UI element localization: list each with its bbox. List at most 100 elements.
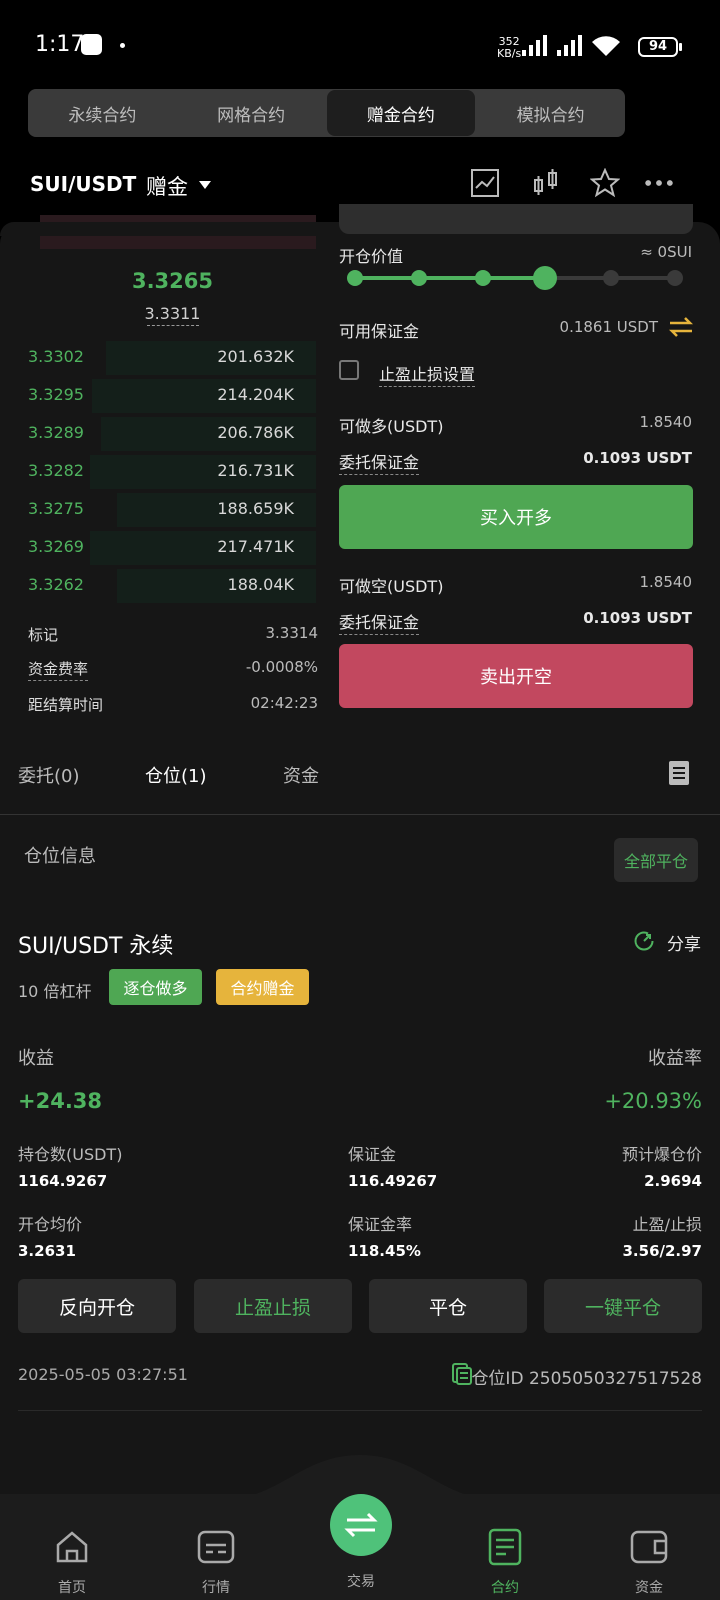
star-icon[interactable] [590,168,620,198]
pnl-rate-label: 收益率 [648,1048,702,1069]
tpsl-value: 3.56/2.97 [622,1242,703,1260]
bid-qty: 206.786K [217,423,294,442]
document-icon[interactable] [668,760,690,786]
network-speed: 352 KB/s [497,35,522,60]
bid-row[interactable]: 3.3289 206.786K [0,415,316,451]
transfer-icon[interactable] [668,316,694,338]
margin-value: 116.49267 [348,1172,438,1190]
market-icon [197,1530,235,1564]
share-button[interactable]: 分享 [667,930,701,955]
long-max: 1.8540 [639,413,693,431]
slider-step[interactable] [475,270,491,286]
battery-tip [679,43,682,51]
liq-value: 2.9694 [644,1172,702,1190]
slider-step[interactable] [411,270,427,286]
bid-price: 3.3275 [28,499,84,518]
chevron-down-icon[interactable] [199,181,211,189]
margin-ratio-value: 118.45% [348,1242,421,1260]
nav-trade-label[interactable]: 交易 [321,1571,401,1591]
pair-title[interactable]: SUI/USDT [30,172,136,196]
bid-price: 3.3262 [28,575,84,594]
tab-demo[interactable]: 模拟合约 [476,89,625,137]
tpsl-setting-label[interactable]: 止盈止损设置 [379,361,476,387]
candlestick-icon[interactable] [532,168,562,198]
tpsl-label: 止盈/止损 [632,1215,702,1234]
slider-step[interactable] [667,270,683,286]
short-margin-label: 委托保证金 [339,609,420,635]
short-order-margin: 0.1093 USDT [583,609,692,627]
wallet-icon [630,1530,668,1564]
size-value: 1164.9267 [18,1172,108,1190]
reverse-button[interactable]: 反向开仓 [18,1279,176,1333]
available-margin: 0.1861 USDT [559,318,658,336]
pair-mode[interactable]: 赠金 [146,171,188,201]
margin-label: 保证金 [348,1145,397,1164]
tab-funds[interactable]: 资金 [283,762,319,788]
open-value: ≈ 0SUI [640,243,692,261]
bid-qty: 201.632K [217,347,294,366]
nav-assets[interactable]: 资金 [609,1527,689,1597]
bid-row[interactable]: 3.3302 201.632K [0,339,316,375]
pnl-rate-value: +20.93% [604,1089,702,1113]
close-button[interactable]: 平仓 [369,1279,527,1333]
buy-long-button[interactable]: 买入开多 [339,485,693,549]
short-max-label: 可做空(USDT) [339,577,444,596]
sell-short-button[interactable]: 卖出开空 [339,644,693,708]
panel-corner [0,222,345,236]
slider-fill [355,276,545,280]
trade-fab[interactable] [330,1494,392,1556]
bid-row[interactable]: 3.3295 214.204K [0,377,316,413]
tpsl-checkbox[interactable] [339,360,359,380]
mark-price-underline [147,325,199,326]
mark-price[interactable]: 3.3311 [0,304,345,323]
section-title: 仓位信息 [24,846,96,867]
bid-price: 3.3295 [28,385,84,404]
info-settlement-time: 距结算时间 02:42:23 [28,694,318,714]
available-margin-label: 可用保证金 [339,322,420,341]
liq-label: 预计爆仓价 [621,1145,702,1164]
tab-positions[interactable]: 仓位(1) [145,762,207,788]
nav-market[interactable]: 行情 [176,1527,256,1597]
home-icon [56,1531,88,1563]
info-funding-rate[interactable]: 资金费率 -0.0008% [28,658,318,681]
contract-mode-tabs: 永续合约 网格合约 赠金合约 模拟合约 [28,89,625,137]
side-tag: 逐仓做多 [109,969,202,1005]
position-title: SUI/USDT 永续 [18,934,174,959]
tpsl-button[interactable]: 止盈止损 [194,1279,352,1333]
short-max: 1.8540 [639,573,693,591]
position-id: 仓位ID 2505050327517528 [471,1369,702,1389]
share-icon[interactable] [633,930,655,952]
tab-orders[interactable]: 委托(0) [18,762,80,788]
bonus-tag: 合约赠金 [216,969,309,1005]
leverage-label: 10 倍杠杆 [18,982,92,1001]
pnl-label: 收益 [18,1048,54,1069]
nav-home[interactable]: 首页 [32,1527,112,1597]
signal-icon [522,35,547,56]
amount-input[interactable] [339,204,693,234]
slider-handle[interactable] [533,266,557,290]
bid-row[interactable]: 3.3262 188.04K [0,567,316,603]
slider-step[interactable] [603,270,619,286]
id-copy-icon[interactable] [451,1362,473,1386]
close-all-button[interactable]: 全部平仓 [614,838,698,882]
bid-qty: 188.659K [217,499,294,518]
wifi-icon [592,36,620,56]
notification-dot-icon [120,43,125,48]
bid-row[interactable]: 3.3269 217.471K [0,529,316,565]
tab-bonus[interactable]: 赠金合约 [326,90,476,136]
chart-icon[interactable] [470,168,500,198]
position-time: 2025-05-05 03:27:51 [18,1365,188,1384]
more-icon[interactable] [644,168,674,198]
bid-row[interactable]: 3.3275 188.659K [0,491,316,527]
open-value-label: 开仓价值 [339,247,404,266]
contract-icon [488,1528,522,1566]
bid-row[interactable]: 3.3282 216.731K [0,453,316,489]
last-price[interactable]: 3.3265 [0,269,345,293]
slider-step[interactable] [347,270,363,286]
tab-grid[interactable]: 网格合约 [177,89,326,137]
bid-qty: 216.731K [217,461,294,480]
nav-contract[interactable]: 合约 [465,1527,545,1597]
one-click-close-button[interactable]: 一键平仓 [544,1279,702,1333]
tab-divider [0,814,720,815]
tab-perpetual[interactable]: 永续合约 [28,89,177,137]
